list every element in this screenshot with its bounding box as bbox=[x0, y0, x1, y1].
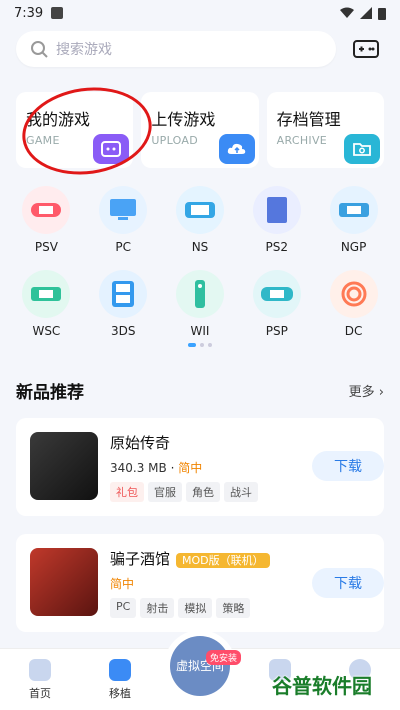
game-name: 骗子酒馆 bbox=[110, 550, 171, 568]
game-language: 简中 bbox=[110, 577, 135, 591]
install-free-badge: 免安装 bbox=[206, 650, 242, 665]
chevron-right-icon: › bbox=[378, 385, 384, 400]
nav-label: 移植 bbox=[109, 687, 131, 700]
tag: 射击 bbox=[140, 598, 175, 618]
platform-ns[interactable]: NS bbox=[162, 186, 239, 254]
dreamcast-swirl-icon bbox=[329, 270, 378, 318]
tag: 官服 bbox=[148, 482, 182, 502]
watermark: 谷普软件园 bbox=[272, 674, 372, 698]
search-icon bbox=[31, 41, 48, 58]
platform-psp[interactable]: PSP bbox=[238, 270, 315, 338]
folder-icon bbox=[343, 134, 380, 164]
virtual-space-button[interactable]: 虚拟空间 bbox=[170, 636, 230, 696]
more-link[interactable]: 更多 › bbox=[349, 381, 384, 400]
page-indicator bbox=[188, 343, 212, 347]
nav-label: 首页 bbox=[29, 687, 51, 700]
signal-icon bbox=[360, 7, 372, 19]
search-row: 搜索游戏 bbox=[16, 30, 384, 68]
game-icon bbox=[93, 134, 130, 164]
platform-label: DC bbox=[344, 324, 363, 338]
tag: 模拟 bbox=[178, 598, 213, 618]
platform-label: PSP bbox=[265, 324, 288, 338]
gamepad-icon bbox=[353, 40, 379, 58]
card-archive[interactable]: 存档管理 ARCHIVE bbox=[266, 92, 384, 168]
platform-dc[interactable]: DC bbox=[315, 270, 392, 338]
tag: PC bbox=[110, 598, 137, 618]
quick-cards: 我的游戏 GAME 上传游戏 UPLOAD 存档管理 ARCHIVE bbox=[16, 92, 384, 168]
platform-label: PS2 bbox=[265, 240, 289, 254]
download-button[interactable]: 下载 bbox=[312, 451, 384, 481]
nav-home[interactable]: 首页 bbox=[0, 649, 80, 710]
gamepad-icon bbox=[109, 659, 131, 681]
platform-label: 3DS bbox=[110, 324, 136, 338]
game-size: 340.3 MB bbox=[110, 461, 167, 475]
switch-icon bbox=[175, 186, 224, 234]
search-placeholder: 搜索游戏 bbox=[56, 42, 112, 58]
tag: 礼包 bbox=[110, 482, 144, 502]
platform-3ds[interactable]: 3DS bbox=[85, 270, 162, 338]
wii-remote-icon bbox=[175, 270, 224, 318]
notification-icon bbox=[51, 7, 64, 19]
mod-badge: MOD版（联机） bbox=[176, 553, 270, 568]
card-title: 我的游戏 bbox=[26, 110, 91, 129]
ps2-icon bbox=[252, 186, 301, 234]
section-header: 新品推荐 更多 › bbox=[16, 378, 384, 403]
status-bar: 7:39 bbox=[0, 0, 400, 26]
platform-ngp[interactable]: NGP bbox=[315, 186, 392, 254]
tag: 角色 bbox=[186, 482, 220, 502]
platform-label: WII bbox=[190, 324, 210, 338]
platform-ps2[interactable]: PS2 bbox=[238, 186, 315, 254]
section-title: 新品推荐 bbox=[16, 383, 84, 403]
wsc-icon bbox=[22, 270, 71, 318]
psv-icon bbox=[22, 186, 71, 234]
game-cover bbox=[30, 432, 98, 500]
download-button[interactable]: 下载 bbox=[312, 568, 384, 598]
cloud-upload-icon bbox=[218, 134, 255, 164]
wifi-icon bbox=[340, 7, 354, 18]
game-language: 简中 bbox=[178, 461, 203, 475]
card-title: 存档管理 bbox=[276, 110, 341, 129]
tag: 战斗 bbox=[224, 482, 258, 502]
card-upload[interactable]: 上传游戏 UPLOAD bbox=[141, 92, 259, 168]
platform-pc[interactable]: PC bbox=[85, 186, 162, 254]
game-name: 原始传奇 bbox=[110, 434, 171, 452]
battery-icon bbox=[378, 7, 386, 20]
gamepad-button[interactable] bbox=[348, 31, 384, 67]
platform-wii[interactable]: WII bbox=[162, 270, 239, 338]
platform-label: NGP bbox=[340, 240, 367, 254]
monitor-icon bbox=[99, 186, 148, 234]
platform-label: PC bbox=[115, 240, 131, 254]
platform-grid: PSV PC NS PS2 NGP WSC 3DS WII PSP DC bbox=[8, 186, 392, 338]
platform-psv[interactable]: PSV bbox=[8, 186, 85, 254]
home-icon bbox=[29, 659, 51, 681]
status-time: 7:39 bbox=[14, 5, 44, 21]
psp-icon bbox=[252, 270, 301, 318]
card-my-games[interactable]: 我的游戏 GAME bbox=[16, 92, 134, 168]
platform-wsc[interactable]: WSC bbox=[8, 270, 85, 338]
platform-label: WSC bbox=[32, 324, 61, 338]
game-cover bbox=[30, 548, 98, 616]
card-title: 上传游戏 bbox=[151, 110, 216, 129]
3ds-icon bbox=[99, 270, 148, 318]
tag: 策略 bbox=[216, 598, 251, 618]
platform-label: NS bbox=[191, 240, 209, 254]
search-input[interactable]: 搜索游戏 bbox=[16, 31, 336, 67]
nav-port[interactable]: 移植 bbox=[80, 649, 160, 710]
ngp-icon bbox=[329, 186, 378, 234]
status-icons bbox=[340, 7, 386, 20]
platform-label: PSV bbox=[34, 240, 58, 254]
